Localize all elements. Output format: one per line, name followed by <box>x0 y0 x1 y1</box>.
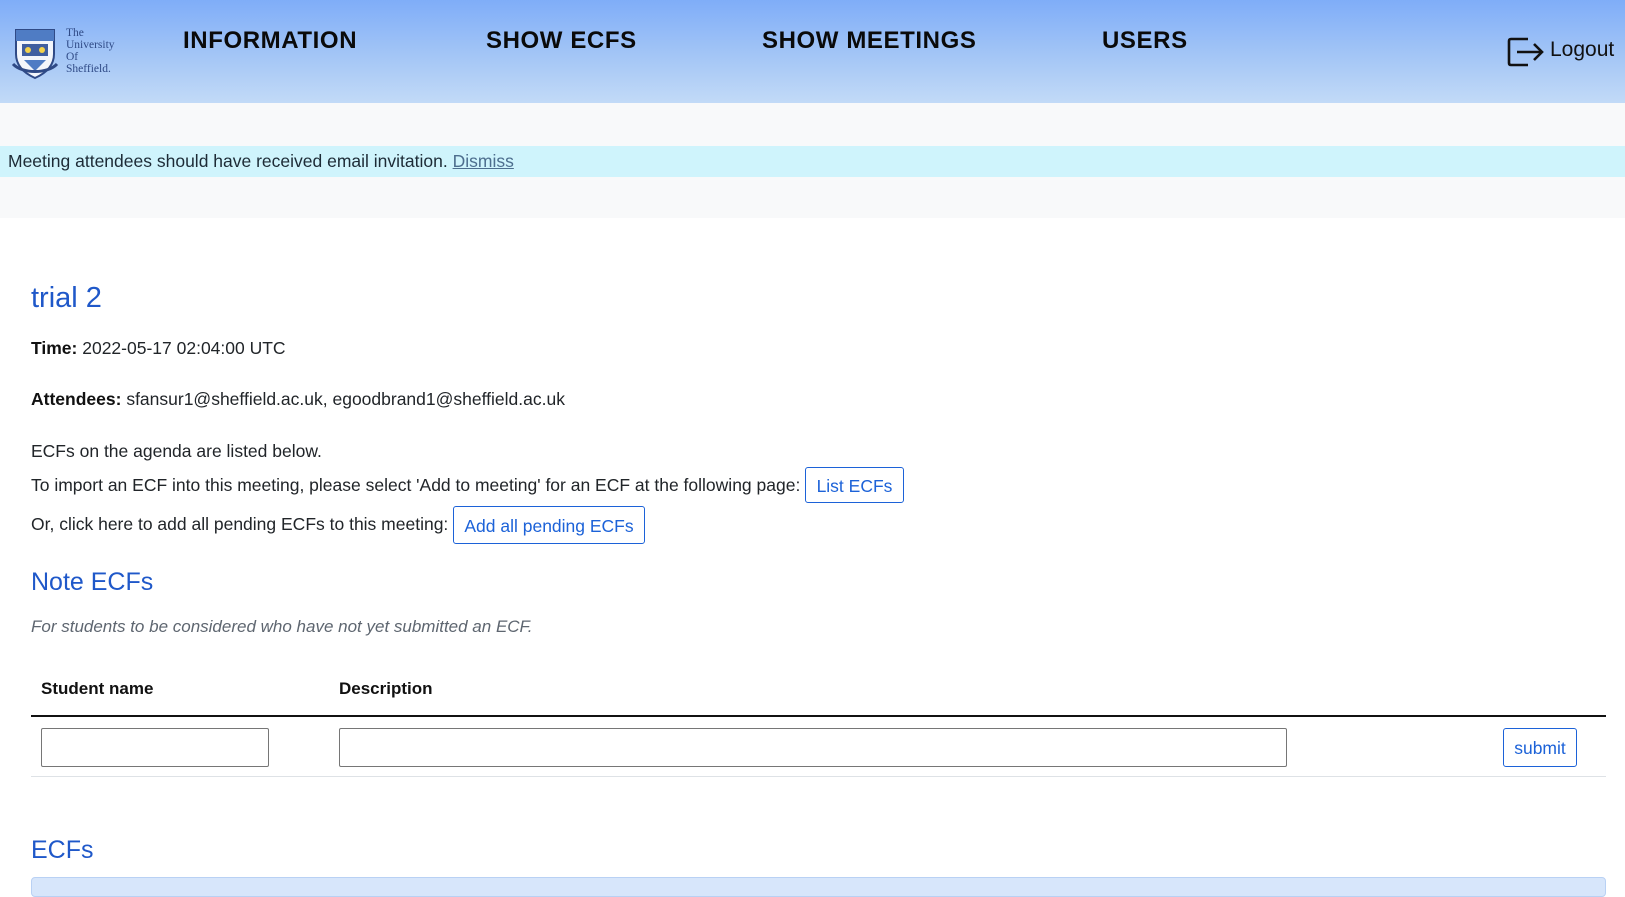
list-ecfs-button[interactable]: List ECFs <box>805 467 904 503</box>
info-alert: Meeting attendees should have received e… <box>0 146 1625 177</box>
attendees-value: sfansur1@sheffield.ac.uk, egoodbrand1@sh… <box>126 389 565 409</box>
alert-message-wrap: Meeting attendees should have received e… <box>8 146 514 177</box>
meeting-attendees: Attendees: sfansur1@sheffield.ac.uk, ego… <box>31 389 565 410</box>
import-text: To import an ECF into this meeting, plea… <box>31 475 801 495</box>
agenda-text: ECFs on the agenda are listed below. <box>31 441 322 461</box>
description-input[interactable] <box>339 728 1287 767</box>
meeting-time: Time: 2022-05-17 02:04:00 UTC <box>31 338 286 359</box>
meeting-title: trial 2 <box>31 282 102 314</box>
column-header-description: Description <box>339 679 433 698</box>
nav-show-meetings[interactable]: SHOW MEETINGS <box>762 27 976 55</box>
note-ecfs-subtitle: For students to be considered who have n… <box>31 617 533 636</box>
university-crest-icon <box>11 29 59 80</box>
table-header-divider <box>31 715 1606 717</box>
logo-line: Sheffield. <box>66 63 111 75</box>
add-all-pending-ecfs-button[interactable]: Add all pending ECFs <box>453 506 645 544</box>
note-ecfs-heading: Note ECFs <box>31 568 154 596</box>
nav-information[interactable]: INFORMATION <box>183 27 357 55</box>
student-name-input[interactable] <box>41 728 269 767</box>
attendees-label: Attendees: <box>31 389 122 409</box>
add-all-text: Or, click here to add all pending ECFs t… <box>31 514 449 534</box>
university-wordmark: The University Of Sheffield. <box>66 27 115 75</box>
time-label: Time: <box>31 338 78 358</box>
logo-line: The <box>66 27 84 39</box>
logout-label: Logout <box>1550 38 1615 61</box>
column-header-student-name: Student name <box>41 679 154 698</box>
logout-icon <box>1507 37 1544 67</box>
logo-line: University <box>66 39 115 51</box>
dismiss-link[interactable]: Dismiss <box>453 151 514 171</box>
ecfs-list-panel <box>31 877 1606 897</box>
university-logo[interactable]: The University Of Sheffield. <box>10 24 125 80</box>
table-row-divider <box>31 776 1606 777</box>
logo-line: Of <box>66 51 79 63</box>
ecfs-heading: ECFs <box>31 836 94 864</box>
nav-show-ecfs[interactable]: SHOW ECFS <box>486 27 637 55</box>
submit-button[interactable]: submit <box>1503 728 1577 767</box>
time-value: 2022-05-17 02:04:00 UTC <box>82 338 286 358</box>
nav-users[interactable]: USERS <box>1102 27 1188 55</box>
top-navbar: The University Of Sheffield. INFORMATION… <box>0 0 1625 103</box>
alert-message: Meeting attendees should have received e… <box>8 151 448 171</box>
